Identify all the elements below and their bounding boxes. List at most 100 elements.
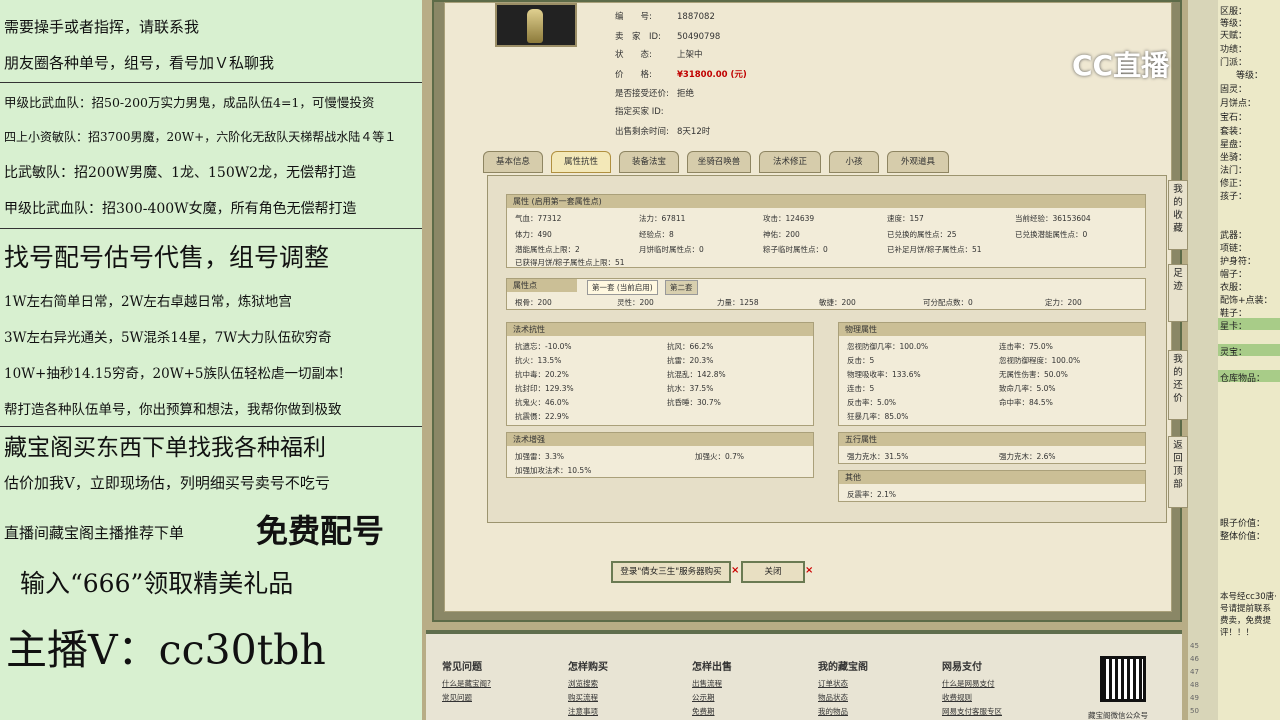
tab-attributes[interactable]: 属性抗性 <box>551 151 611 173</box>
window-frame: 编 号: 1887082 卖 家 ID: 50490798 状 态: 上架中 价 格:… <box>432 0 1182 622</box>
footer-link[interactable]: 物品状态 <box>818 692 848 703</box>
stat: 根骨：200 <box>515 298 552 307</box>
stat: 抗水：37.5% <box>667 384 714 393</box>
close-x-icon[interactable]: × <box>731 565 739 576</box>
favorites-tab[interactable]: 我的收藏 <box>1168 180 1188 250</box>
tab-appearance[interactable]: 外观道具 <box>887 151 949 173</box>
promo-line: 朋友圈各种单号，组号，看号加Ｖ私聊我 <box>4 54 275 72</box>
cc-logo-text: CC直播 <box>1072 49 1170 82</box>
stat: 加强火：0.7% <box>695 452 745 461</box>
back-to-top-tab[interactable]: 返回顶部 <box>1168 436 1188 508</box>
footer-link[interactable]: 公示期 <box>692 692 715 703</box>
close-x-icon[interactable]: × <box>805 565 813 576</box>
footer-link[interactable]: 出售流程 <box>692 678 722 689</box>
footer-link[interactable]: 订单状态 <box>818 678 848 689</box>
stat: 抗火：13.5% <box>515 356 562 365</box>
promo-line: 10W+抽秒14.15穷奇，20W+5族队伍轻松虐一切副本! <box>4 366 344 382</box>
line-gutter <box>1188 0 1218 720</box>
stat: 敏捷：200 <box>819 298 856 307</box>
stat: 经验点：8 <box>639 230 674 239</box>
line-number: 46 <box>1190 655 1199 663</box>
side-toolbar: 我的收藏 足迹 我的还价 返回顶部 <box>1168 180 1188 510</box>
info-seller-id: 卖 家 ID: 50490798 <box>615 32 721 42</box>
footer-link[interactable]: 免费期 <box>692 706 715 717</box>
promo-line: 四上小资敏队：招3700男魔，20W+，六阶化无敌队天梯帮战水陆４等１ <box>4 130 397 144</box>
points-heading: 属性点 <box>507 279 577 292</box>
five-elements-box: 五行属性 强力克水：31.5% 强力克木：2.6% <box>838 432 1146 464</box>
tab-child[interactable]: 小孩 <box>829 151 879 173</box>
tab-point-set-2[interactable]: 第二套 <box>665 280 698 295</box>
note-line: 本号经cc30唐· <box>1220 592 1277 602</box>
stat: 粽子临时属性点：0 <box>763 245 828 254</box>
note-line: 护身符： <box>1220 257 1257 267</box>
note-line: 等级： <box>1236 71 1264 81</box>
line-number: 49 <box>1190 694 1199 702</box>
stat: 抗鬼火：46.0% <box>515 398 569 407</box>
stat: 抗中毒：20.2% <box>515 370 569 379</box>
promo-highlight: 免费配号 <box>256 512 385 550</box>
points-box: 属性点 第一套 (当前启用) 第二套 根骨：200 灵性：200 力量：1258… <box>506 278 1146 310</box>
divider <box>0 426 422 427</box>
footer-link[interactable]: 我的物品 <box>818 706 848 717</box>
stat: 加强加攻法术：10.5% <box>515 466 592 475</box>
stat: 命中率：84.5% <box>999 398 1053 407</box>
tab-basic-info[interactable]: 基本信息 <box>483 151 543 173</box>
spell-boost-box: 法术增强 加强雷：3.3% 加强火：0.7% 加强加攻法术：10.5% <box>506 432 814 478</box>
tab-equipment[interactable]: 装备法宝 <box>619 151 679 173</box>
note-line: 孩子： <box>1220 192 1248 202</box>
history-tab[interactable]: 足迹 <box>1168 264 1188 322</box>
info-status: 状 态: 上架中 <box>615 50 703 60</box>
footer-link[interactable]: 购买流程 <box>568 692 598 703</box>
divider <box>0 82 422 83</box>
stat: 反震率：2.1% <box>847 490 897 499</box>
note-line: 号请提前联系 <box>1220 604 1272 614</box>
footer-link[interactable]: 网易支付客服专区 <box>942 706 1002 717</box>
close-button[interactable]: 关闭 <box>741 561 805 583</box>
note-line: 坐骑： <box>1220 153 1248 163</box>
footer-heading: 我的藏宝阁 <box>818 662 868 673</box>
note-line: 星盘： <box>1220 140 1248 150</box>
tab-point-set-1[interactable]: 第一套 (当前启用) <box>587 280 658 295</box>
note-line: 仓库物品： <box>1220 374 1266 384</box>
attributes-heading: 属性 (启用第一套属性点) <box>507 195 1145 208</box>
stat: 强力克水：31.5% <box>847 452 909 461</box>
tab-spell-correction[interactable]: 法术修正 <box>759 151 821 173</box>
item-detail-panel: 编 号: 1887082 卖 家 ID: 50490798 状 态: 上架中 价 格:… <box>444 2 1172 612</box>
note-line: 武器： <box>1220 231 1248 241</box>
stat: 加强雷：3.3% <box>515 452 565 461</box>
footer-link[interactable]: 什么是网易支付 <box>942 678 995 689</box>
resistance-heading: 法术抗性 <box>507 323 813 336</box>
info-price: 价 格: ¥31800.00 (元) <box>615 70 747 80</box>
footer-heading: 网易支付 <box>942 662 982 673</box>
stat: 定力：200 <box>1045 298 1082 307</box>
stat: 抗风：66.2% <box>667 342 714 351</box>
promo-line: 输入“666”领取精美礼品 <box>20 569 294 598</box>
line-number: 48 <box>1190 681 1199 689</box>
attribute-detail: 属性 (启用第一套属性点) 气血：77312 法力：67811 攻击：12463… <box>487 175 1167 523</box>
my-offers-tab[interactable]: 我的还价 <box>1168 350 1188 420</box>
game-window: 编 号: 1887082 卖 家 ID: 50490798 状 态: 上架中 价 格:… <box>422 0 1188 720</box>
stat: 力量：1258 <box>717 298 759 307</box>
stat: 抗遗忘：-10.0% <box>515 342 572 351</box>
note-line: 费卖，免费提 <box>1220 616 1272 626</box>
tab-mounts-pets[interactable]: 坐骑召唤兽 <box>687 151 751 173</box>
stat: 无属性伤害：50.0% <box>999 370 1068 379</box>
footer-link[interactable]: 什么是藏宝阁? <box>442 678 491 689</box>
cc-live-logo: CC直播 <box>1072 44 1222 90</box>
footer-link[interactable]: 浏览搜索 <box>568 678 598 689</box>
note-line: 星卡： <box>1220 322 1248 332</box>
footer-link[interactable]: 注意事项 <box>568 706 598 717</box>
divider <box>0 228 422 229</box>
stat: 致命几率：5.0% <box>999 384 1056 393</box>
footer-link[interactable]: 收费规则 <box>942 692 972 703</box>
footer-link[interactable]: 常见问题 <box>442 692 472 703</box>
note-line: 宝石： <box>1220 113 1248 123</box>
stat: 忽视防御程度：100.0% <box>999 356 1081 365</box>
info-remaining-time: 出售剩余时间: 8天12时 <box>615 127 711 137</box>
promo-panel: 需要操手或者指挥，请联系我 朋友圈各种单号，组号，看号加Ｖ私聊我 甲级比武血队：… <box>0 0 422 720</box>
login-buy-button[interactable]: 登录"倩女三生"服务器购买 <box>611 561 731 583</box>
note-line: 门派： <box>1220 58 1248 68</box>
stat: 攻击：124639 <box>763 214 815 223</box>
stat: 灵性：200 <box>617 298 654 307</box>
note-line: 眼子价值： <box>1220 519 1266 529</box>
